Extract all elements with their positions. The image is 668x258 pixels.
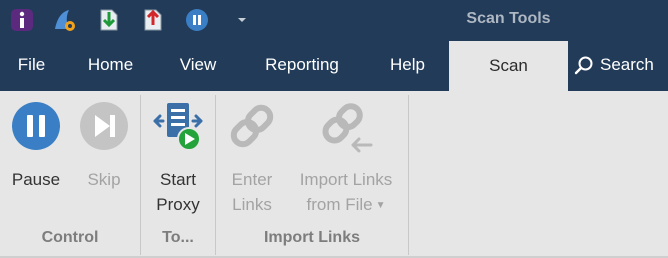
- save-up-icon[interactable]: [139, 6, 167, 34]
- search-button[interactable]: Search: [568, 38, 668, 91]
- context-tab-title: Scan Tools: [466, 10, 551, 27]
- ribbon-tab-bar: File Home View Reporting Help Scan Searc…: [0, 38, 668, 91]
- pause-icon: [12, 102, 60, 150]
- tab-reporting[interactable]: Reporting: [238, 38, 366, 91]
- search-icon: [574, 56, 593, 74]
- group-label-to: To...: [162, 229, 194, 246]
- link-icon: [230, 104, 274, 148]
- enter-links-label: Enter Links: [231, 170, 273, 214]
- app-logo-icon[interactable]: [8, 6, 36, 34]
- chevron-down-icon: ▼: [375, 200, 386, 212]
- skip-button[interactable]: Skip: [72, 91, 136, 192]
- shark-fin-icon[interactable]: [50, 6, 78, 34]
- tab-scan[interactable]: Scan: [449, 41, 568, 91]
- title-bar: Scan Tools: [0, 0, 668, 38]
- import-links-from-file-button[interactable]: Import Links from File ▼: [291, 91, 401, 218]
- start-proxy-label: Start Proxy: [156, 170, 200, 214]
- pause-circle-icon[interactable]: [183, 6, 211, 34]
- group-divider: [408, 95, 409, 255]
- pause-button[interactable]: Pause: [4, 91, 68, 192]
- import-links-label: Import Links from File ▼: [300, 167, 393, 218]
- group-label-import-links: Import Links: [263, 229, 360, 246]
- start-proxy-button[interactable]: Start Proxy: [144, 91, 212, 217]
- group-label-control: Control: [41, 229, 99, 246]
- search-label: Search: [600, 54, 654, 74]
- customize-dropdown-icon[interactable]: [228, 6, 256, 34]
- tab-view[interactable]: View: [158, 38, 238, 91]
- tab-help[interactable]: Help: [366, 38, 449, 91]
- skip-icon: [80, 102, 128, 150]
- proxy-play-icon: [153, 103, 203, 151]
- skip-label: Skip: [87, 170, 121, 189]
- ribbon-panel: Pause Skip Control Start Proxy To... Ent…: [0, 91, 668, 256]
- tab-file[interactable]: File: [0, 38, 63, 91]
- save-down-icon[interactable]: [95, 6, 123, 34]
- import-link-icon: [322, 103, 373, 153]
- pause-label: Pause: [11, 170, 61, 189]
- tab-home[interactable]: Home: [63, 38, 158, 91]
- enter-links-button[interactable]: Enter Links: [219, 91, 285, 217]
